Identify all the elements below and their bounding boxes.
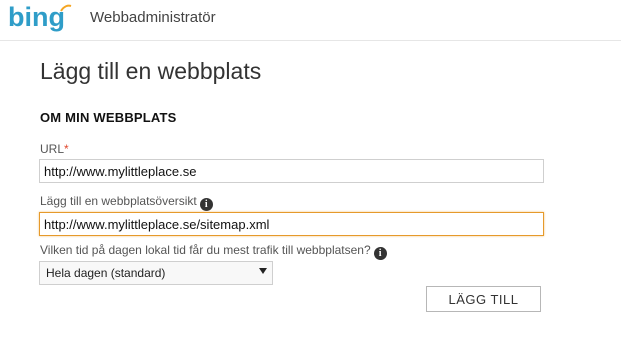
url-input[interactable] [39, 159, 544, 183]
app-title: Webbadministratör [90, 9, 216, 26]
section-title: OM MIN WEBBPLATS [40, 110, 177, 125]
traffic-label-text: Vilken tid på dagen lokal tid får du mes… [40, 243, 371, 257]
logo-text: bing [8, 2, 65, 32]
sitemap-label-text: Lägg till en webbplatsöversikt [40, 194, 197, 208]
bing-logo[interactable]: bing [8, 2, 72, 32]
chevron-down-icon [259, 268, 267, 274]
traffic-time-select[interactable]: Hela dagen (standard) [39, 261, 273, 285]
page-title: Lägg till en webbplats [40, 58, 262, 84]
add-site-button[interactable]: LÄGG TILL [426, 286, 541, 312]
logo-swoosh-icon [60, 4, 72, 12]
info-icon[interactable]: i [199, 198, 213, 211]
top-bar: bing Webbadministratör [0, 0, 621, 41]
sitemap-input[interactable] [39, 212, 544, 236]
sitemap-label: Lägg till en webbplatsöversikt i [40, 194, 213, 211]
traffic-label: Vilken tid på dagen lokal tid får du mes… [40, 243, 387, 260]
url-label-text: URL [40, 142, 65, 156]
url-label: URL* [40, 142, 69, 156]
info-icon[interactable]: i [373, 247, 387, 260]
traffic-time-selected: Hela dagen (standard) [46, 266, 166, 280]
required-marker: * [64, 142, 69, 156]
